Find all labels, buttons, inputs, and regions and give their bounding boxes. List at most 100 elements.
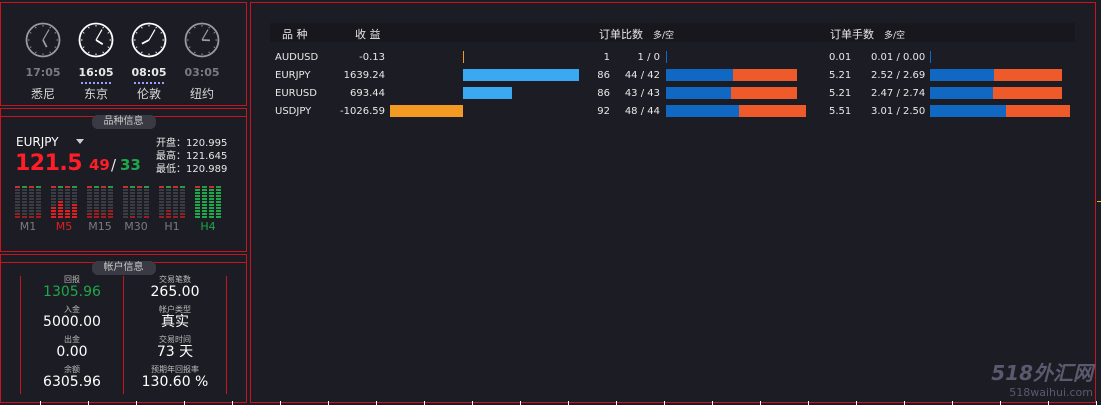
row-orders: 1 xyxy=(603,52,610,63)
ruler-tick xyxy=(424,401,425,405)
symbol-selector[interactable]: EURJPY xyxy=(16,135,59,149)
watermark-line1: 518外汇网 xyxy=(991,361,1093,385)
strength-meter-icon xyxy=(50,184,78,218)
chevron-down-icon[interactable] xyxy=(76,139,84,144)
ruler-tick xyxy=(808,401,809,405)
account-stat-label: 回报 xyxy=(64,275,80,284)
row-profit: -0.13 xyxy=(359,52,385,63)
lots-short-bar xyxy=(1006,105,1070,117)
row-orders-split: 1 / 0 xyxy=(637,52,660,63)
orders-long-bar xyxy=(666,105,739,117)
account-stat-value: 1305.96 xyxy=(43,284,101,300)
account-stat-value: 5000.00 xyxy=(43,314,101,330)
header-lot-ratio-label: 订单手数 xyxy=(830,28,874,41)
account-stat-value: 130.60 % xyxy=(141,374,209,390)
timeframe-label: M30 xyxy=(124,220,148,233)
clock-0: 17:05 悉尼 xyxy=(23,22,63,102)
profit-bar xyxy=(463,69,579,81)
account-stat-value: 73 天 xyxy=(156,344,194,360)
ruler-tick xyxy=(280,401,281,405)
account-info-header: 帐户信息 xyxy=(0,255,247,275)
lots-short-bar xyxy=(992,87,1063,99)
clock-1: 16:05 东京 xyxy=(76,22,116,102)
account-stat-label: 余额 xyxy=(64,365,80,374)
lots-long-bar xyxy=(930,69,994,81)
clock-face-icon xyxy=(184,22,220,58)
orders-short-bar xyxy=(732,69,797,81)
orders-long-bar xyxy=(666,87,732,99)
profit-bar xyxy=(463,51,464,63)
ruler-tick xyxy=(1096,401,1097,405)
ask-tail: 33 xyxy=(120,156,141,174)
clock-face-icon xyxy=(131,22,167,58)
timeframe-label: H1 xyxy=(164,220,180,233)
clock-city: 悉尼 xyxy=(30,87,55,101)
account-stat-label: 出金 xyxy=(64,335,80,344)
row-lots: 5.21 xyxy=(829,70,852,81)
account-stat-right-2: 交易时间 73 天 xyxy=(130,335,220,360)
clock-time: 17:05 xyxy=(25,66,61,79)
orders-long-bar xyxy=(666,69,733,81)
account-stat-value: 真实 xyxy=(161,314,189,330)
timeframe-m5[interactable]: M5 xyxy=(50,184,78,233)
account-stat-right-0: 交易笔数 265.00 xyxy=(130,275,220,300)
price-separator: / xyxy=(111,156,117,174)
row-profit: -1026.59 xyxy=(340,106,385,117)
ruler-tick xyxy=(1000,401,1001,405)
account-stat-label: 交易时间 xyxy=(159,335,191,344)
ruler-tick xyxy=(136,401,137,405)
profit-bar xyxy=(463,87,513,99)
strength-meter-icon xyxy=(194,184,222,218)
header-lot-ratio: 订单手数 多/空 xyxy=(830,26,905,42)
timeframe-h4[interactable]: H4 xyxy=(194,184,222,233)
timeframe-label: M1 xyxy=(19,220,37,233)
account-divider-right xyxy=(226,276,227,394)
row-orders-split: 48 / 44 xyxy=(624,106,660,117)
account-stat-left-3: 余额 6305.96 xyxy=(27,365,117,390)
lots-short-bar xyxy=(994,69,1063,81)
header-order-ratio-unit: 多/空 xyxy=(653,31,675,41)
timeframe-label: H4 xyxy=(200,220,216,233)
account-stat-right-3: 预期年回报率 130.60 % xyxy=(130,365,220,390)
ruler-tick xyxy=(856,401,857,405)
ruler-tick xyxy=(712,401,713,405)
row-lots: 0.01 xyxy=(829,52,852,63)
timeframe-m1[interactable]: M1 xyxy=(14,184,42,233)
strength-meter-icon xyxy=(86,184,114,218)
account-divider-left xyxy=(20,276,21,394)
strength-meter-icon xyxy=(122,184,150,218)
watermark-line2: 518waihui.com xyxy=(1009,386,1093,399)
low-price: 最低：120.989 xyxy=(156,164,228,175)
account-stat-label: 交易笔数 xyxy=(159,275,191,284)
strength-meter-icon xyxy=(158,184,186,218)
price-main: 121.5 xyxy=(15,151,83,176)
bid-tail: 49 xyxy=(89,156,110,174)
account-stat-label: 预期年回报率 xyxy=(151,365,199,374)
header-order-ratio-label: 订单比数 xyxy=(599,28,643,41)
watermark-logo: 518外汇网 518waihui.com xyxy=(991,357,1093,399)
header-profit: 收 益 xyxy=(355,28,381,41)
clock-city: 纽约 xyxy=(189,87,214,101)
ruler-tick xyxy=(328,401,329,405)
ruler-tick xyxy=(88,401,89,405)
timeframe-m30[interactable]: M30 xyxy=(122,184,150,233)
account-stat-left-1: 入金 5000.00 xyxy=(27,305,117,330)
ruler-tick xyxy=(616,401,617,405)
edge-marker xyxy=(1097,201,1101,202)
account-stat-value: 0.00 xyxy=(56,344,88,360)
account-stat-left-2: 出金 0.00 xyxy=(27,335,117,360)
header-lot-ratio-unit: 多/空 xyxy=(884,31,906,41)
clock-3: 03:05 纽约 xyxy=(182,22,222,102)
ruler-tick xyxy=(760,401,761,405)
timeframe-m15[interactable]: M15 xyxy=(86,184,114,233)
row-orders-split: 44 / 42 xyxy=(624,70,660,81)
timeframe-h1[interactable]: H1 xyxy=(158,184,186,233)
row-symbol: EURJPY xyxy=(275,70,311,81)
clock-face-icon xyxy=(78,22,114,58)
row-profit: 1639.24 xyxy=(343,70,385,81)
ruler-tick xyxy=(1048,401,1049,405)
row-lots-split: 2.52 / 2.69 xyxy=(871,70,926,81)
row-orders: 92 xyxy=(597,106,610,117)
clock-time: 08:05 xyxy=(131,66,167,79)
ruler-tick xyxy=(568,401,569,405)
